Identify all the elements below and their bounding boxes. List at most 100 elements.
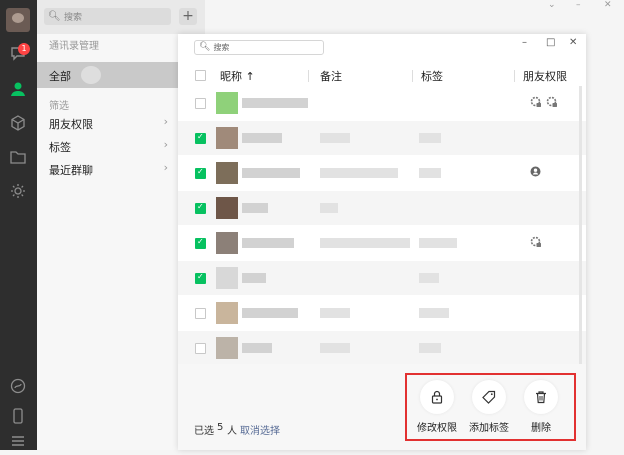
cancel-selection-link[interactable]: 取消选择 (240, 422, 280, 437)
remark-blurred (320, 238, 410, 248)
table-row[interactable] (178, 86, 586, 120)
table-row[interactable] (178, 261, 586, 295)
action-label: 修改权限 (417, 423, 457, 434)
settings-gear-icon[interactable] (8, 182, 28, 202)
left-navigation-rail: 1 (0, 0, 37, 450)
privacy-lock-icon (530, 96, 542, 111)
selection-footer: 已选 5 人 取消选择 修改权限 添加标签 删除 (178, 364, 586, 450)
table-row[interactable] (178, 331, 586, 365)
selected-count: 5 (217, 422, 224, 433)
files-icon[interactable] (8, 148, 28, 168)
minimize-button[interactable]: – (522, 37, 527, 48)
sidebar-item-tags[interactable]: 标签 › (37, 135, 178, 157)
nickname-blurred (242, 133, 282, 143)
nickname-blurred (242, 168, 300, 178)
row-checkbox[interactable] (195, 132, 206, 144)
favorites-icon[interactable] (8, 114, 28, 134)
user-icon (530, 166, 541, 180)
row-checkbox[interactable] (195, 237, 206, 249)
table-row[interactable] (178, 296, 586, 330)
contact-management-sidebar: 通讯录管理 全部 筛选 朋友权限 › 标签 › 最近群聊 › (37, 34, 178, 450)
table-row[interactable] (178, 226, 586, 260)
column-divider (514, 70, 515, 82)
row-checkbox[interactable] (195, 167, 206, 179)
row-checkbox[interactable] (195, 308, 206, 319)
selected-label: 已选 (194, 426, 214, 437)
pin-icon[interactable]: ⌄ (548, 0, 556, 10)
nickname-blurred (242, 238, 294, 248)
unread-badge: 1 (18, 43, 30, 55)
nickname-blurred (242, 98, 308, 108)
row-checkbox[interactable] (195, 98, 206, 109)
tag-blurred (419, 168, 441, 178)
contact-avatar (216, 232, 238, 254)
add-contact-button[interactable]: + (179, 8, 197, 25)
action-label: 删除 (531, 423, 551, 434)
row-checkbox[interactable] (195, 343, 206, 354)
remark-blurred (320, 133, 350, 143)
blurred-count (81, 66, 101, 84)
column-nickname[interactable]: 昵称 ↑ (220, 68, 255, 84)
nickname-blurred (242, 308, 298, 318)
remark-blurred (320, 203, 338, 213)
row-checkbox[interactable] (195, 202, 206, 214)
chevron-right-icon: › (163, 161, 168, 174)
column-divider (412, 70, 413, 82)
column-tag[interactable]: 标签 (421, 68, 443, 84)
contact-avatar (216, 162, 238, 184)
minimize-icon[interactable]: – (576, 0, 581, 10)
dialog-search-input[interactable]: 🔍︎ 搜索 (194, 40, 324, 55)
add-tag-button[interactable]: 添加标签 (469, 380, 509, 434)
menu-icon[interactable] (8, 432, 28, 452)
nickname-blurred (242, 343, 272, 353)
column-divider (308, 70, 309, 82)
contact-avatar (216, 337, 238, 359)
contact-avatar (216, 267, 238, 289)
contact-avatar (216, 302, 238, 324)
main-search-input[interactable]: 🔍︎ 搜索 (44, 8, 171, 25)
action-label: 添加标签 (469, 423, 509, 434)
search-placeholder: 搜索 (213, 43, 230, 52)
table-row[interactable] (178, 191, 586, 225)
chevron-right-icon: › (163, 115, 168, 128)
contact-avatar (216, 197, 238, 219)
modify-permission-button[interactable]: 修改权限 (417, 380, 457, 434)
tag-blurred (419, 238, 457, 248)
row-checkbox[interactable] (195, 272, 206, 284)
contact-management-title: 通讯录管理 (49, 41, 99, 52)
scrollbar[interactable] (579, 86, 582, 366)
table-header: 昵称 ↑ 备注 标签 朋友权限 (178, 64, 586, 86)
tag-blurred (419, 343, 441, 353)
select-all-checkbox[interactable] (195, 70, 206, 81)
close-button[interactable]: ✕ (569, 37, 577, 48)
nickname-blurred (242, 273, 266, 283)
remark-blurred (320, 308, 350, 318)
mini-program-icon[interactable] (8, 377, 28, 397)
tag-blurred (419, 273, 439, 283)
search-placeholder: 搜索 (64, 13, 83, 23)
table-row[interactable] (178, 121, 586, 155)
tag-blurred (419, 133, 441, 143)
sidebar-item-label: 标签 (49, 141, 71, 154)
contacts-icon[interactable] (8, 80, 28, 100)
sidebar-item-recent-groups[interactable]: 最近群聊 › (37, 158, 178, 180)
remark-blurred (320, 168, 398, 178)
selected-unit: 人 (227, 426, 237, 437)
column-remark[interactable]: 备注 (320, 68, 342, 84)
maximize-button[interactable]: □ (546, 37, 555, 48)
delete-button[interactable]: 删除 (521, 380, 561, 434)
column-friend-permission[interactable]: 朋友权限 (523, 68, 567, 84)
highlighted-action-group: 修改权限 添加标签 删除 (405, 373, 576, 441)
nickname-blurred (242, 203, 268, 213)
close-icon[interactable]: ✕ (604, 0, 612, 10)
table-row[interactable] (178, 156, 586, 190)
moments-blocked-icon (546, 96, 558, 111)
trash-icon (524, 380, 558, 414)
phone-icon[interactable] (8, 407, 28, 427)
contact-avatar (216, 127, 238, 149)
user-avatar[interactable] (6, 8, 30, 32)
remark-blurred (320, 343, 350, 353)
sidebar-item-friend-permission[interactable]: 朋友权限 › (37, 112, 178, 134)
sidebar-item-all[interactable]: 全部 (37, 62, 178, 88)
contact-manager-dialog: 🔍︎ 搜索 – □ ✕ 昵称 ↑ 备注 标签 朋友权限 已选 5 人 取消选择 … (178, 34, 586, 450)
